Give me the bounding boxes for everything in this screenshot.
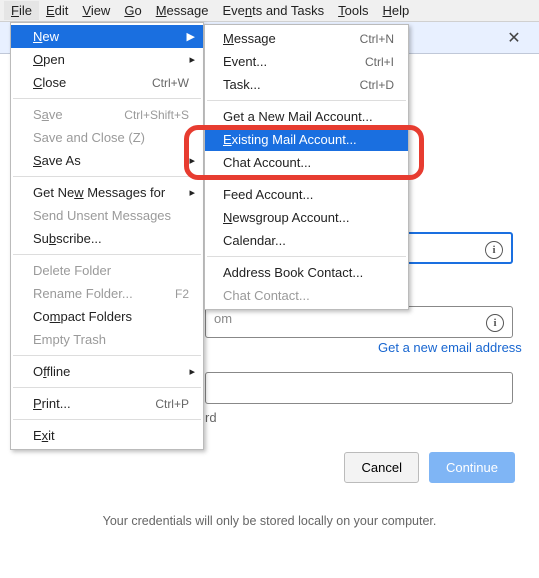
continue-button[interactable]: Continue bbox=[429, 452, 515, 483]
new-get-mail-account[interactable]: Get a New Mail Account... bbox=[205, 105, 408, 128]
tab-close-button[interactable]: ✕ bbox=[504, 28, 524, 48]
file-exit[interactable]: Exit bbox=[11, 424, 203, 447]
menu-separator bbox=[13, 176, 201, 177]
email-placeholder: om bbox=[214, 311, 232, 326]
chevron-right-icon: ▶ bbox=[187, 30, 195, 43]
email-field-wrap: om i bbox=[205, 306, 517, 338]
new-submenu: Message Ctrl+N Event... Ctrl+I Task... C… bbox=[204, 24, 409, 310]
menu-separator bbox=[207, 178, 406, 179]
new-event[interactable]: Event... Ctrl+I bbox=[205, 50, 408, 73]
menubar-view[interactable]: View bbox=[75, 1, 117, 20]
file-close[interactable]: Close Ctrl+W bbox=[11, 71, 203, 94]
file-new[interactable]: New ▶ bbox=[11, 25, 203, 48]
get-new-email-link[interactable]: Get a new email address bbox=[378, 340, 522, 355]
shortcut: F2 bbox=[175, 287, 189, 301]
shortcut: Ctrl+D bbox=[360, 78, 394, 92]
password-field-wrap bbox=[205, 372, 517, 404]
file-empty-trash: Empty Trash bbox=[11, 328, 203, 351]
new-chat-contact: Chat Contact... bbox=[205, 284, 408, 307]
file-compact-folders[interactable]: Compact Folders bbox=[11, 305, 203, 328]
file-open[interactable]: Open ▸ bbox=[11, 48, 203, 71]
menu-separator bbox=[13, 254, 201, 255]
shortcut: Ctrl+N bbox=[360, 32, 394, 46]
button-row: Cancel Continue bbox=[344, 452, 515, 483]
file-rename-folder: Rename Folder... F2 bbox=[11, 282, 203, 305]
file-print[interactable]: Print... Ctrl+P bbox=[11, 392, 203, 415]
menu-separator bbox=[13, 355, 201, 356]
info-icon[interactable]: i bbox=[486, 314, 504, 332]
new-chat-account[interactable]: Chat Account... bbox=[205, 151, 408, 174]
password-input[interactable] bbox=[205, 372, 513, 404]
shortcut: Ctrl+P bbox=[155, 397, 189, 411]
menubar-help[interactable]: Help bbox=[375, 1, 416, 20]
new-calendar[interactable]: Calendar... bbox=[205, 229, 408, 252]
file-save: Save Ctrl+Shift+S bbox=[11, 103, 203, 126]
new-existing-mail-account[interactable]: Existing Mail Account... bbox=[205, 128, 408, 151]
menubar-tools[interactable]: Tools bbox=[331, 1, 375, 20]
email-input[interactable]: om i bbox=[205, 306, 513, 338]
chevron-right-icon: ▸ bbox=[189, 365, 195, 378]
menu-separator bbox=[207, 100, 406, 101]
chevron-right-icon: ▸ bbox=[189, 186, 195, 199]
shortcut: Ctrl+W bbox=[152, 76, 189, 90]
menubar-file[interactable]: File bbox=[4, 1, 39, 20]
menu-separator bbox=[13, 98, 201, 99]
chevron-right-icon: ▸ bbox=[189, 154, 195, 167]
file-offline[interactable]: Offline ▸ bbox=[11, 360, 203, 383]
file-send-unsent: Send Unsent Messages bbox=[11, 204, 203, 227]
new-task[interactable]: Task... Ctrl+D bbox=[205, 73, 408, 96]
remember-label-fragment: rd bbox=[205, 410, 217, 425]
shortcut: Ctrl+I bbox=[365, 55, 394, 69]
new-feed-account[interactable]: Feed Account... bbox=[205, 183, 408, 206]
chevron-right-icon: ▸ bbox=[189, 53, 195, 66]
menubar-events-tasks[interactable]: Events and Tasks bbox=[215, 1, 331, 20]
new-newsgroup-account[interactable]: Newsgroup Account... bbox=[205, 206, 408, 229]
file-menu: New ▶ Open ▸ Close Ctrl+W Save Ctrl+Shif… bbox=[10, 22, 204, 450]
info-icon[interactable]: i bbox=[485, 241, 503, 259]
file-delete-folder: Delete Folder bbox=[11, 259, 203, 282]
credentials-footnote: Your credentials will only be stored loc… bbox=[0, 514, 539, 528]
file-save-as[interactable]: Save As ▸ bbox=[11, 149, 203, 172]
menu-separator bbox=[13, 387, 201, 388]
menubar-edit[interactable]: Edit bbox=[39, 1, 75, 20]
menu-separator bbox=[207, 256, 406, 257]
file-get-new-messages[interactable]: Get New Messages for ▸ bbox=[11, 181, 203, 204]
menubar-go[interactable]: Go bbox=[117, 1, 148, 20]
file-subscribe[interactable]: Subscribe... bbox=[11, 227, 203, 250]
menu-separator bbox=[13, 419, 201, 420]
new-message[interactable]: Message Ctrl+N bbox=[205, 27, 408, 50]
new-address-book-contact[interactable]: Address Book Contact... bbox=[205, 261, 408, 284]
cancel-button[interactable]: Cancel bbox=[344, 452, 418, 483]
shortcut: Ctrl+Shift+S bbox=[124, 108, 189, 122]
menubar: File Edit View Go Message Events and Tas… bbox=[0, 0, 539, 22]
menubar-message[interactable]: Message bbox=[149, 1, 216, 20]
file-save-close: Save and Close (Z) bbox=[11, 126, 203, 149]
